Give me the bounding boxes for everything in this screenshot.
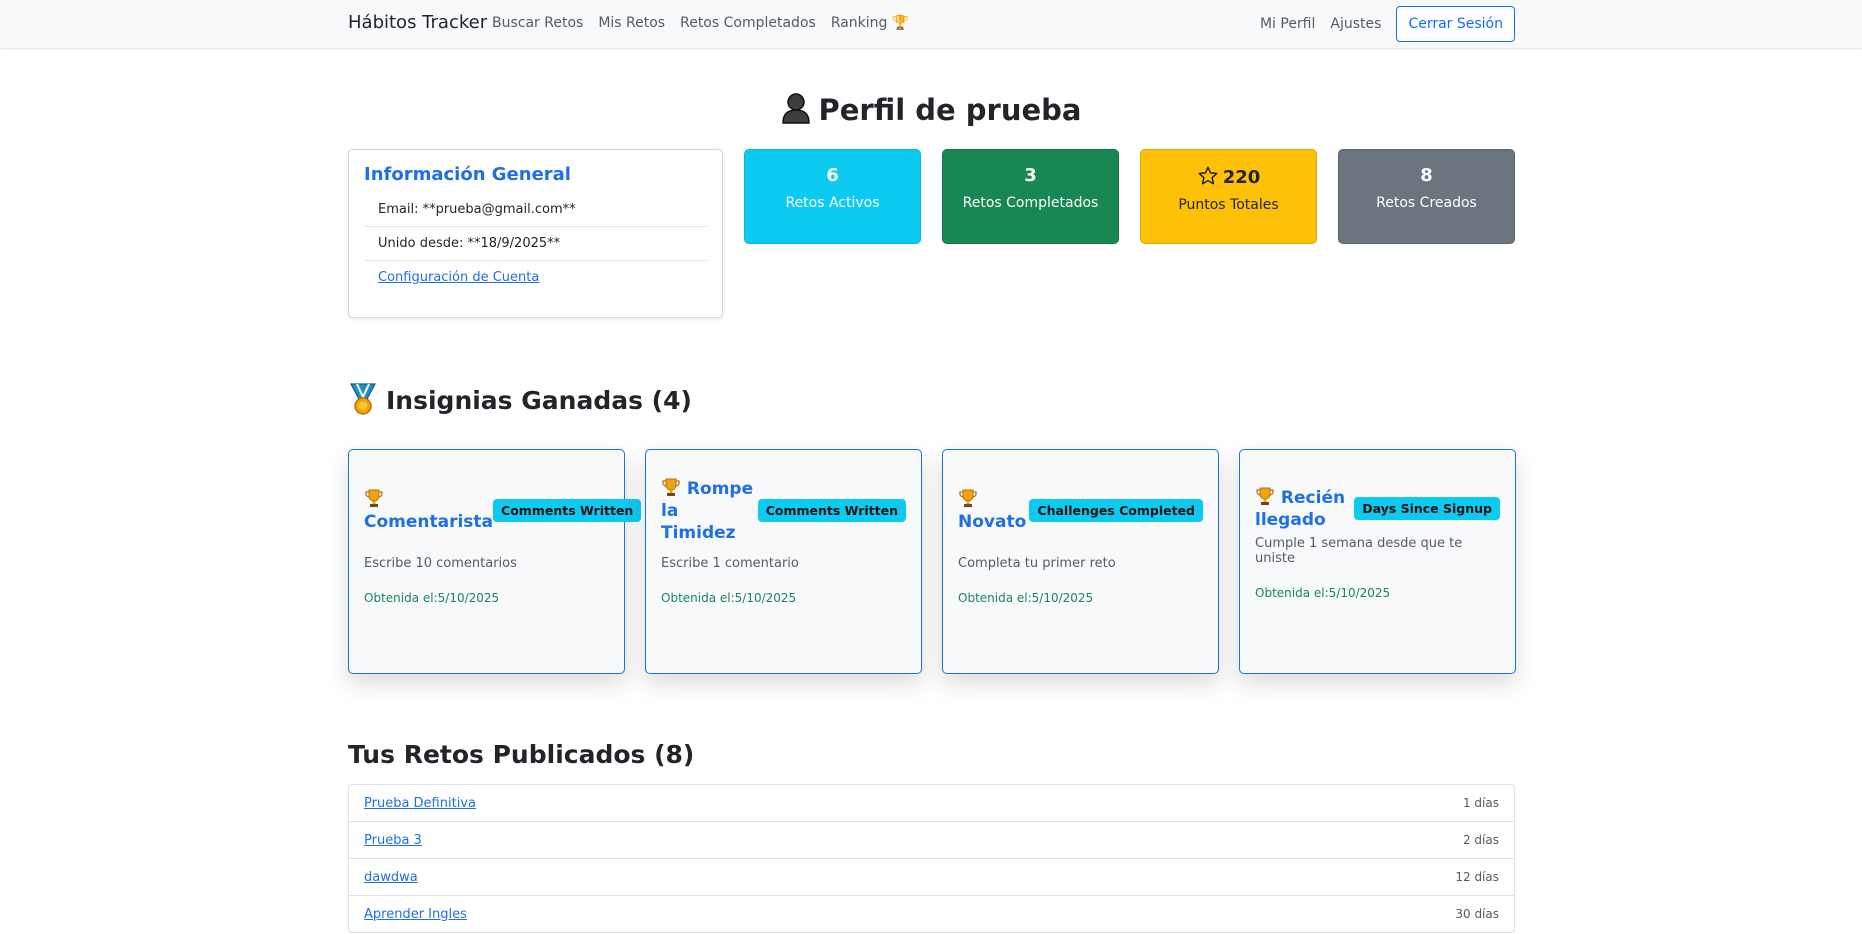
stat-label: Retos Completados — [962, 195, 1099, 211]
badge-name-text: Novato — [958, 511, 1027, 532]
badge-description: Completa tu primer reto — [958, 556, 1116, 571]
brand-link[interactable]: Hábitos Tracker — [348, 12, 487, 33]
badge-header: Recién llegado Days Since Signup — [1255, 484, 1500, 532]
stat-active-challenges: 6 Retos Activos — [744, 149, 921, 244]
medal-icon — [348, 383, 378, 415]
person-icon — [781, 92, 811, 124]
trophy-icon — [661, 477, 681, 497]
badge-description: Cumple 1 semana desde que te uniste — [1255, 536, 1463, 566]
nav-mis-retos[interactable]: Mis Retos — [598, 15, 665, 31]
badges-title-text: Insignias Ganadas (4) — [386, 386, 692, 415]
published-list: Prueba Definitiva 1 días Prueba 3 2 días… — [348, 784, 1515, 933]
stat-label: Retos Creados — [1376, 195, 1477, 211]
stat-value: 8 — [1420, 165, 1433, 186]
badge-date: Obtenida el:5/10/2025 — [661, 591, 797, 605]
list-item: dawdwa 12 días — [349, 859, 1514, 896]
badge-card[interactable]: Rompe la Timidez Comments Written Escrib… — [645, 449, 922, 674]
page-title: Perfil de prueba — [0, 92, 1862, 127]
badge-name: Comentarista — [364, 488, 493, 533]
trophy-icon — [958, 488, 978, 508]
stat-total-points: 220 Puntos Totales — [1140, 149, 1317, 244]
badges-section-title: Insignias Ganadas (4) — [348, 383, 692, 415]
star-icon — [1197, 165, 1219, 187]
list-item: Prueba Definitiva 1 días — [349, 785, 1514, 822]
badge-type-tag: Challenges Completed — [1029, 498, 1203, 522]
badge-date: Obtenida el:5/10/2025 — [958, 591, 1094, 605]
joined-row: Unido desde: **18/9/2025** — [364, 227, 707, 261]
trophy-icon — [364, 488, 384, 508]
badge-type-tag: Comments Written — [493, 498, 642, 522]
nav-buscar-retos[interactable]: Buscar Retos — [492, 15, 583, 31]
nav-retos-completados[interactable]: Retos Completados — [680, 15, 816, 31]
challenge-link[interactable]: Aprender Ingles — [364, 907, 467, 922]
challenge-duration: 1 días — [1462, 796, 1499, 810]
nav-right: Mi Perfil Ajustes Cerrar Sesión — [1260, 6, 1515, 42]
badge-card[interactable]: Comentarista Comments Written Escribe 10… — [348, 449, 642, 674]
stat-completed-challenges: 3 Retos Completados — [942, 149, 1119, 244]
profile-name: Perfil de prueba — [818, 93, 1082, 127]
badge-type-tag: Days Since Signup — [1354, 496, 1500, 520]
challenge-link[interactable]: Prueba 3 — [364, 833, 422, 848]
list-item: Prueba 3 2 días — [349, 822, 1514, 859]
badge-card[interactable]: Recién llegado Days Since Signup Cumple … — [1239, 449, 1516, 674]
challenge-duration: 2 días — [1462, 833, 1499, 847]
info-title: Información General — [364, 164, 571, 185]
badge-name: Novato — [958, 488, 1026, 533]
stat-value: 6 — [826, 165, 839, 186]
stat-label: Retos Activos — [785, 195, 880, 211]
account-settings-link[interactable]: Configuración de Cuenta — [378, 270, 539, 285]
general-info-card: Información General Email: **prueba@gmai… — [348, 149, 723, 318]
badge-date: Obtenida el:5/10/2025 — [364, 591, 500, 605]
trophy-icon — [1255, 486, 1275, 506]
nav-mi-perfil[interactable]: Mi Perfil — [1260, 16, 1315, 32]
badge-description: Escribe 10 comentarios — [364, 556, 517, 571]
challenge-link[interactable]: Prueba Definitiva — [364, 796, 476, 811]
badge-date: Obtenida el:5/10/2025 — [1255, 586, 1391, 600]
badge-header: Novato Challenges Completed — [958, 486, 1203, 534]
badge-name: Rompe la Timidez — [661, 477, 758, 544]
list-item: Aprender Ingles 30 días — [349, 896, 1514, 933]
nav-links: Buscar Retos Mis Retos Retos Completados… — [492, 15, 924, 31]
stat-value-row: 220 — [1141, 165, 1316, 188]
stat-value: 220 — [1222, 167, 1261, 188]
badge-name-text: Comentarista — [364, 511, 494, 532]
badge-type-tag: Comments Written — [757, 498, 906, 522]
badge-header: Comentarista Comments Written — [364, 486, 642, 534]
settings-row: Configuración de Cuenta — [364, 261, 707, 294]
badge-name: Recién llegado — [1255, 486, 1350, 531]
badge-description: Escribe 1 comentario — [661, 556, 799, 571]
navbar: Hábitos Tracker Buscar Retos Mis Retos R… — [0, 0, 1862, 49]
challenge-duration: 12 días — [1455, 870, 1499, 884]
published-section-title: Tus Retos Publicados (8) — [348, 740, 695, 769]
email-row: Email: **prueba@gmail.com** — [364, 193, 707, 227]
challenge-duration: 30 días — [1455, 907, 1499, 921]
badge-header: Rompe la Timidez Comments Written — [661, 478, 906, 543]
challenge-link[interactable]: dawdwa — [364, 870, 418, 885]
logout-button[interactable]: Cerrar Sesión — [1396, 6, 1515, 42]
stat-created-challenges: 8 Retos Creados — [1338, 149, 1515, 244]
nav-ranking[interactable]: Ranking 🏆 — [831, 15, 910, 31]
badge-card[interactable]: Novato Challenges Completed Completa tu … — [942, 449, 1219, 674]
stat-label: Puntos Totales — [1178, 197, 1279, 213]
nav-ajustes[interactable]: Ajustes — [1330, 16, 1381, 32]
stat-value: 3 — [1024, 165, 1037, 186]
